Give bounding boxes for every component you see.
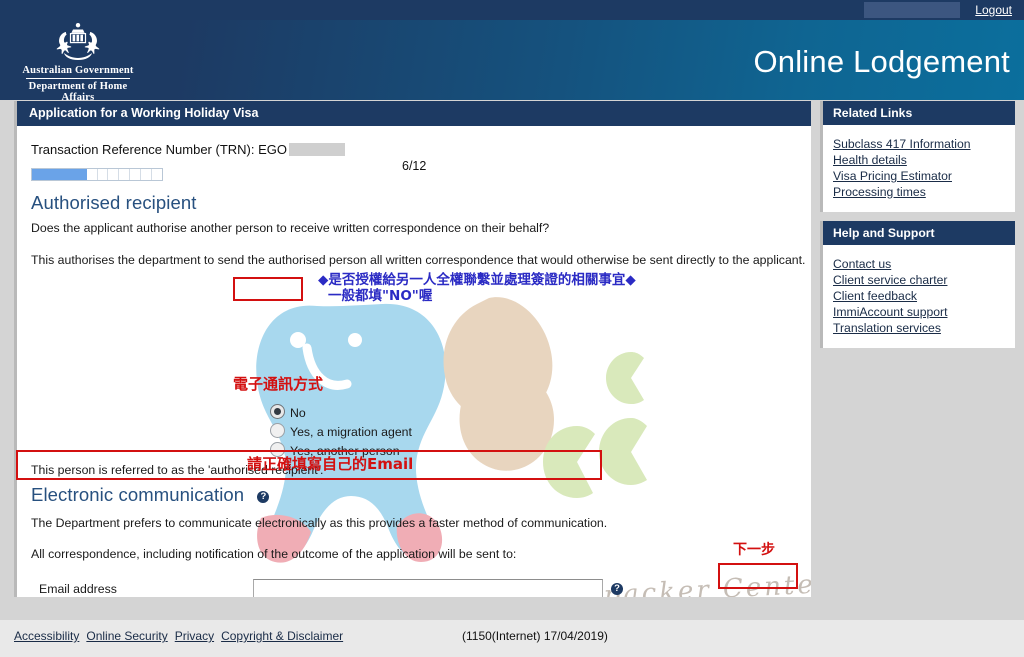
authorised-recipient-question: Does the applicant authorise another per… — [31, 221, 550, 235]
authorised-recipient-radio-group[interactable]: No Yes, a migration agent Yes, another p… — [270, 404, 412, 461]
top-utility-bar: Logout — [0, 0, 1024, 20]
footer-build-info: (1150(Internet) 17/04/2019) — [462, 629, 608, 643]
radio-indicator-migration-agent[interactable] — [270, 423, 285, 438]
progress-segment — [98, 169, 109, 180]
electronic-communication-heading-text: Electronic communication — [31, 484, 245, 505]
form-body: Australia Backpacker Center Transaction … — [17, 126, 811, 597]
sidebar-link-contact-us[interactable]: Contact us — [833, 256, 1005, 272]
authorised-recipient-explanation: This authorises the department to send t… — [31, 253, 806, 267]
crest-line-government: Australian Government — [22, 65, 134, 76]
question-mark-icon[interactable]: ? — [257, 491, 270, 503]
radio-option-no[interactable]: No — [270, 404, 412, 421]
progress-segment — [75, 169, 87, 180]
progress-segment — [108, 169, 120, 180]
main-panel: Application for a Working Holiday Visa C… — [14, 101, 811, 597]
electronic-communication-paragraph-1: The Department prefers to communicate el… — [31, 516, 608, 530]
progress-segment — [32, 169, 43, 180]
site-header: Australian Government Department of Home… — [0, 20, 1024, 100]
footer-link-accessibility[interactable]: Accessibility — [14, 629, 79, 643]
sidebar-link-health-details[interactable]: Health details — [833, 152, 1005, 168]
related-links-box: Related Links Subclass 417 Information H… — [820, 101, 1015, 212]
section-heading-electronic-communication: Electronic communication ? — [31, 484, 270, 506]
sidebar-link-client-service-charter[interactable]: Client service charter — [833, 272, 1005, 288]
annotation-next: 下一步 — [733, 542, 775, 558]
help-and-support-title: Help and Support — [823, 221, 1015, 245]
sidebar-link-client-feedback[interactable]: Client feedback — [833, 288, 1005, 304]
page-indicator: 6/12 — [402, 159, 427, 173]
email-address-label: Email address — [39, 582, 117, 596]
progress-segment — [119, 169, 131, 180]
annotation-authorised-recipient-line-2: 一般都填"NO"喔 — [328, 288, 433, 304]
radio-label-migration-agent: Yes, a migration agent — [290, 425, 412, 439]
site-footer: Accessibility Online Security Privacy Copyr… — [0, 620, 1024, 657]
help-and-support-box: Help and Support Contact us Client servi… — [820, 221, 1015, 348]
progress-bar — [31, 168, 163, 181]
logout-link[interactable]: Logout — [975, 2, 1012, 18]
footer-link-online-security[interactable]: Online Security — [86, 629, 167, 643]
annotation-authorised-recipient-line-1: ◆是否授權給另一人全權聯繫並處理簽證的相關事宜◆ — [318, 272, 636, 288]
username-redacted — [864, 2, 960, 18]
radio-indicator-no[interactable] — [270, 404, 285, 419]
page-title: Online Lodgement — [753, 44, 1010, 79]
trn-label: Transaction Reference Number (TRN): EGO — [31, 142, 287, 157]
section-heading-authorised-recipient: Authorised recipient — [31, 192, 197, 213]
help-and-support-list: Contact us Client service charter Client… — [823, 245, 1015, 348]
radio-label-no: No — [290, 406, 306, 420]
email-input[interactable] — [253, 579, 603, 597]
related-links-title: Related Links — [823, 101, 1015, 125]
progress-segment — [64, 169, 76, 180]
annotation-electronic-communication: 電子通訊方式 — [233, 375, 324, 393]
sidebar-link-processing-times[interactable]: Processing times — [833, 184, 1005, 200]
application-title-bar: Application for a Working Holiday Visa — [17, 101, 811, 126]
progress-segment — [42, 169, 54, 180]
transaction-reference-number: Transaction Reference Number (TRN): EGO — [31, 142, 345, 157]
progress-segment — [141, 169, 153, 180]
email-help-icon[interactable]: ? — [611, 583, 623, 595]
footer-links: Accessibility Online Security Privacy Copyr… — [14, 629, 350, 643]
crest-divider — [26, 78, 130, 79]
email-address-row: Email address ? — [31, 578, 623, 597]
progress-segment — [152, 169, 162, 180]
australian-government-crest: Australian Government Department of Home… — [18, 22, 138, 100]
progress-segment — [130, 169, 142, 180]
trn-value-redacted — [288, 143, 345, 156]
sidebar-link-visa-pricing-estimator[interactable]: Visa Pricing Estimator — [833, 168, 1005, 184]
crest-line-department: Department of Home Affairs — [28, 81, 128, 100]
electronic-communication-paragraph-2: All correspondence, including notificati… — [31, 547, 517, 561]
footer-link-privacy[interactable]: Privacy — [175, 629, 214, 643]
page-background-strip — [0, 597, 1024, 620]
annotation-email: 請正確填寫自己的Email — [247, 455, 414, 473]
footer-link-copyright-disclaimer[interactable]: Copyright & Disclaimer — [221, 629, 343, 643]
related-links-list: Subclass 417 Information Health details … — [823, 125, 1015, 212]
sidebar-link-translation-services[interactable]: Translation services — [833, 320, 1005, 336]
radio-option-migration-agent[interactable]: Yes, a migration agent — [270, 423, 412, 440]
progress-segment — [53, 169, 65, 180]
progress-segment — [87, 169, 98, 180]
sidebar-link-subclass-417[interactable]: Subclass 417 Information — [833, 136, 1005, 152]
coat-of-arms-icon — [56, 23, 100, 60]
sidebar-link-immiaccount-support[interactable]: ImmiAccount support — [833, 304, 1005, 320]
page-root: Logout Australian Government Department … — [0, 0, 1024, 657]
